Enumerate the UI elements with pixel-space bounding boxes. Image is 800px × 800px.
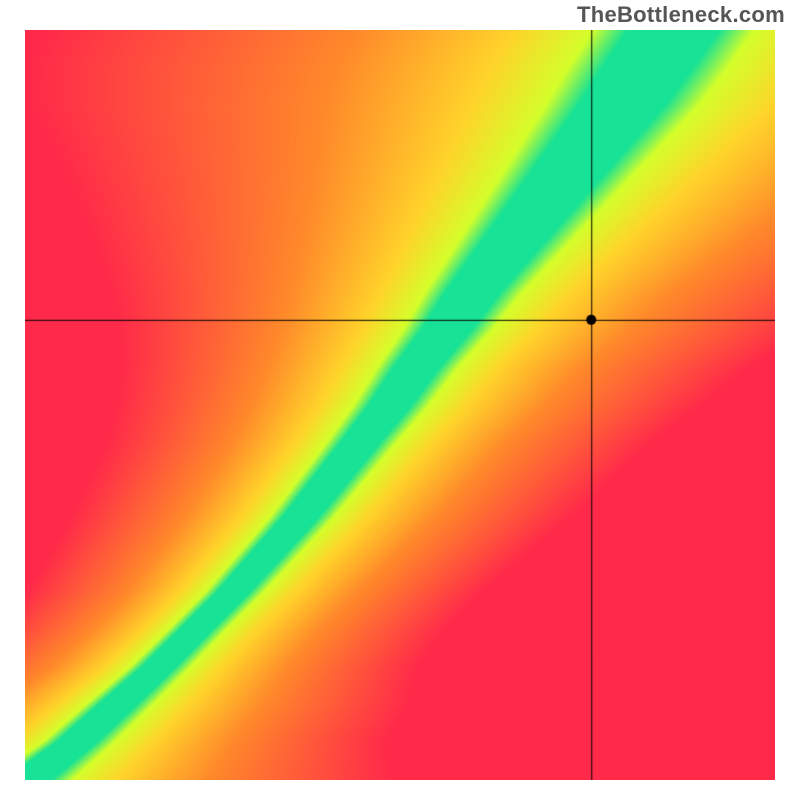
heatmap-container [25,30,775,780]
heatmap-canvas [25,30,775,780]
watermark-text: TheBottleneck.com [577,2,785,28]
